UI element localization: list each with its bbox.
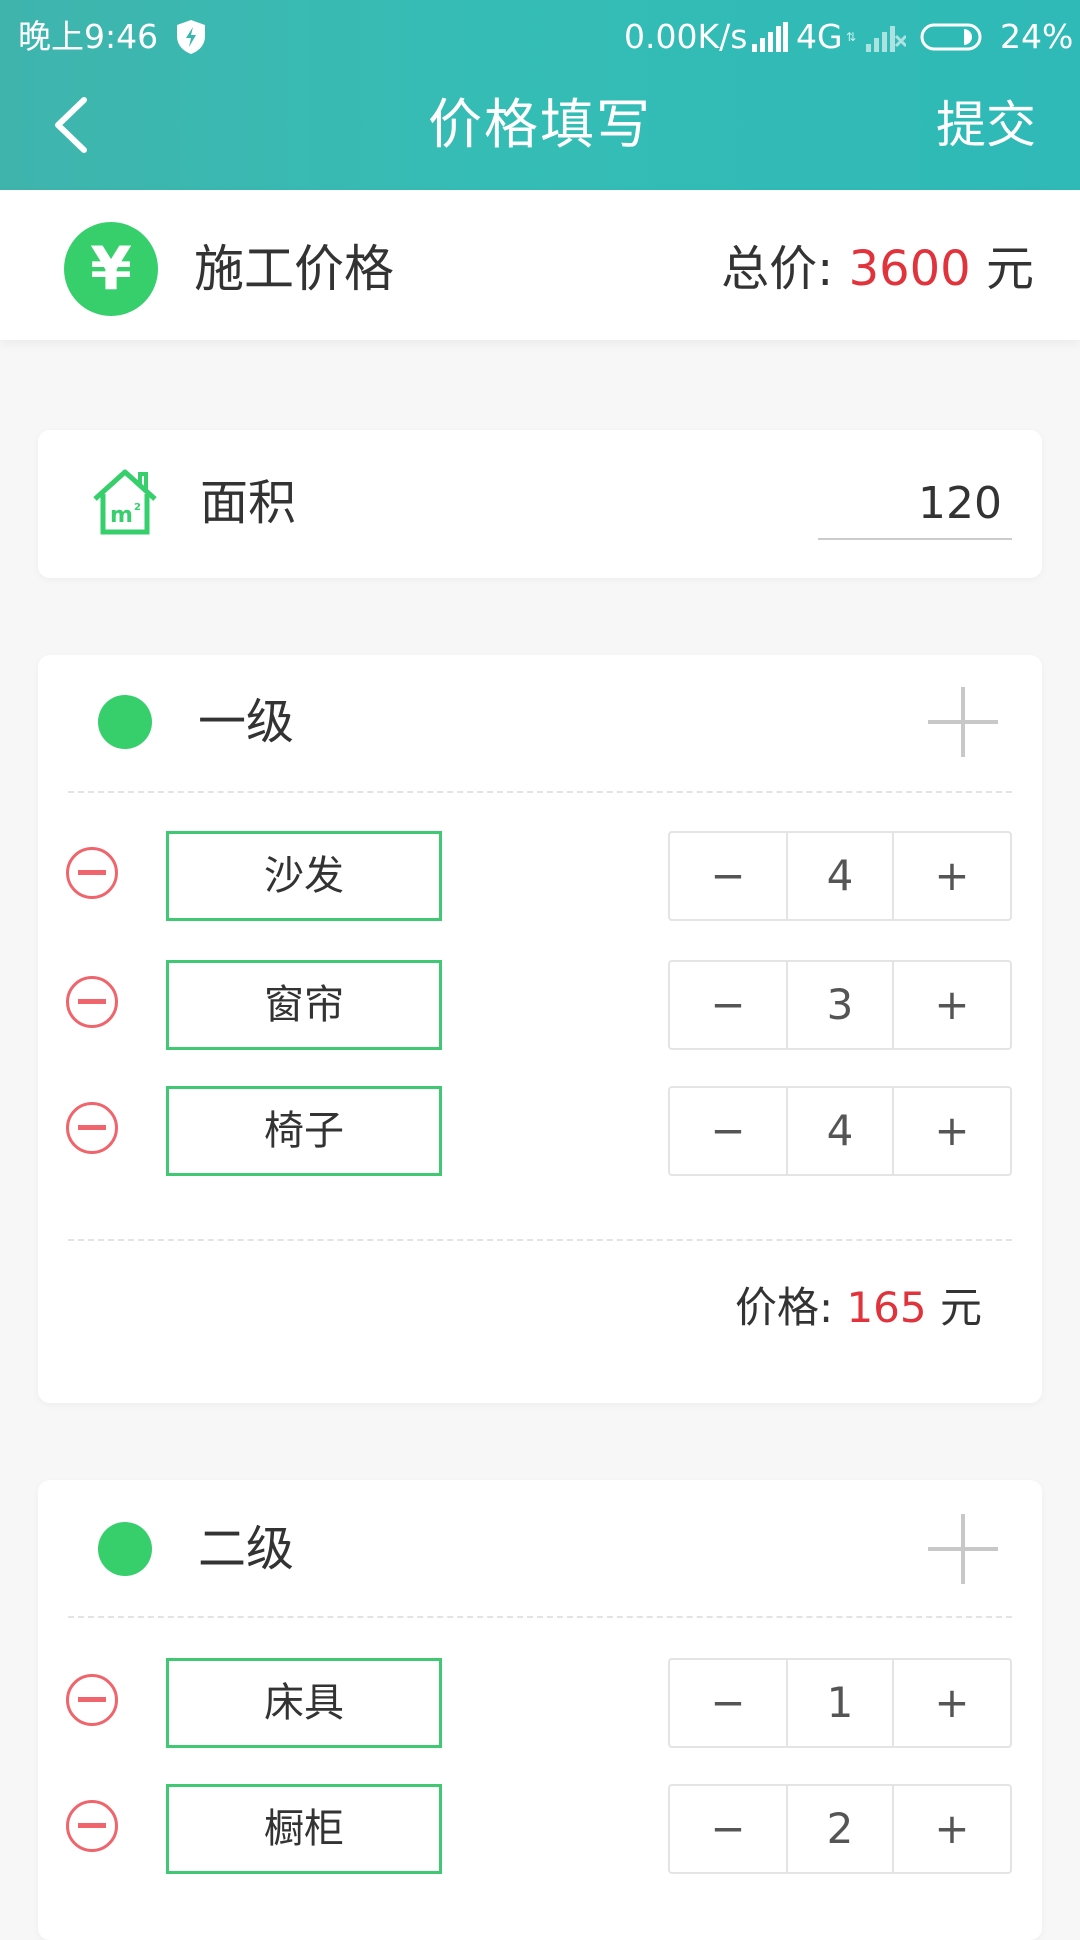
- item-row: 橱柜 − 2 +: [38, 1784, 1042, 1874]
- total-price-unit: 元: [985, 241, 1034, 297]
- decrement-button[interactable]: −: [670, 1786, 788, 1872]
- price-summary: ¥ 施工价格 总价: 3600 元: [0, 190, 1080, 340]
- level-title: 二级: [198, 1521, 295, 1577]
- increment-button[interactable]: +: [892, 1786, 1010, 1872]
- item-name[interactable]: 沙发: [166, 831, 442, 921]
- quantity-stepper: − 4 +: [668, 831, 1012, 921]
- status-time: 晚上9:46: [18, 17, 159, 56]
- yen-icon: ¥: [64, 222, 158, 316]
- item-name[interactable]: 橱柜: [166, 1784, 442, 1874]
- submit-button[interactable]: 提交: [936, 88, 1036, 162]
- level-card-2: 二级 床具 − 1 + 橱柜 − 2 +: [38, 1480, 1042, 1940]
- data-arrows-icon: ⇅: [846, 30, 857, 44]
- quantity-value[interactable]: 4: [788, 1088, 892, 1174]
- remove-icon[interactable]: [66, 1102, 118, 1154]
- level-price-label: 价格:: [734, 1283, 834, 1332]
- quantity-stepper: − 3 +: [668, 960, 1012, 1050]
- item-row: 沙发 − 4 +: [38, 831, 1042, 921]
- decrement-button[interactable]: −: [670, 1088, 788, 1174]
- divider: [68, 1239, 1012, 1241]
- quantity-value[interactable]: 3: [788, 962, 892, 1048]
- item-row: 床具 − 1 +: [38, 1658, 1042, 1748]
- summary-label: 施工价格: [194, 240, 394, 298]
- decrement-button[interactable]: −: [670, 1660, 788, 1746]
- item-row: 椅子 − 4 +: [38, 1086, 1042, 1176]
- quantity-value[interactable]: 2: [788, 1786, 892, 1872]
- signal-empty-icon: [866, 26, 906, 52]
- level-dot: [98, 1522, 152, 1576]
- status-battery-level: 24%: [1000, 17, 1074, 56]
- battery-icon: [920, 23, 982, 51]
- divider: [68, 1616, 1012, 1618]
- remove-icon[interactable]: [66, 847, 118, 899]
- item-name[interactable]: 窗帘: [166, 960, 442, 1050]
- area-card: m 2 面积: [38, 430, 1042, 578]
- quantity-stepper: − 2 +: [668, 1784, 1012, 1874]
- house-area-icon: m 2: [93, 469, 157, 535]
- svg-text:m: m: [110, 503, 133, 528]
- divider: [68, 791, 1012, 793]
- decrement-button[interactable]: −: [670, 833, 788, 919]
- quantity-value[interactable]: 1: [788, 1660, 892, 1746]
- decrement-button[interactable]: −: [670, 962, 788, 1048]
- add-item-button[interactable]: [928, 1514, 998, 1584]
- app-header: 晚上9:46 0.00K/s 4G ⇅ 24% 价格填写 提交: [0, 0, 1080, 190]
- remove-icon[interactable]: [66, 976, 118, 1028]
- quantity-stepper: − 4 +: [668, 1086, 1012, 1176]
- item-name[interactable]: 床具: [166, 1658, 442, 1748]
- back-arrow-icon[interactable]: [44, 88, 104, 162]
- remove-icon[interactable]: [66, 1674, 118, 1726]
- level-card-1: 一级 沙发 − 4 + 窗帘 − 3 + 椅子 − 4 + 价格: 165 元: [38, 655, 1042, 1403]
- svg-text:2: 2: [134, 502, 141, 513]
- level-title: 一级: [198, 694, 295, 750]
- status-net-speed: 0.00K/s: [624, 17, 748, 56]
- quantity-value[interactable]: 4: [788, 833, 892, 919]
- status-network-type: 4G: [796, 17, 843, 56]
- level-price-value: 165: [846, 1283, 927, 1332]
- shield-icon: [177, 20, 205, 54]
- level-dot: [98, 695, 152, 749]
- total-price: 总价: 3600 元: [721, 232, 1034, 306]
- increment-button[interactable]: +: [892, 1088, 1010, 1174]
- area-label: 面积: [200, 475, 297, 531]
- increment-button[interactable]: +: [892, 962, 1010, 1048]
- signal-icon: [752, 22, 788, 52]
- remove-icon[interactable]: [66, 1800, 118, 1852]
- level-price: 价格: 165 元: [735, 1273, 982, 1343]
- item-row: 窗帘 − 3 +: [38, 960, 1042, 1050]
- add-item-button[interactable]: [928, 687, 998, 757]
- item-name[interactable]: 椅子: [166, 1086, 442, 1176]
- total-price-value: 3600: [848, 241, 971, 297]
- quantity-stepper: − 1 +: [668, 1658, 1012, 1748]
- page-title: 价格填写: [428, 93, 652, 156]
- increment-button[interactable]: +: [892, 1660, 1010, 1746]
- status-bar: 晚上9:46 0.00K/s 4G ⇅ 24%: [0, 0, 1080, 74]
- increment-button[interactable]: +: [892, 833, 1010, 919]
- total-price-label: 总价:: [721, 241, 834, 297]
- level-price-unit: 元: [939, 1283, 982, 1332]
- area-input[interactable]: [818, 468, 1012, 540]
